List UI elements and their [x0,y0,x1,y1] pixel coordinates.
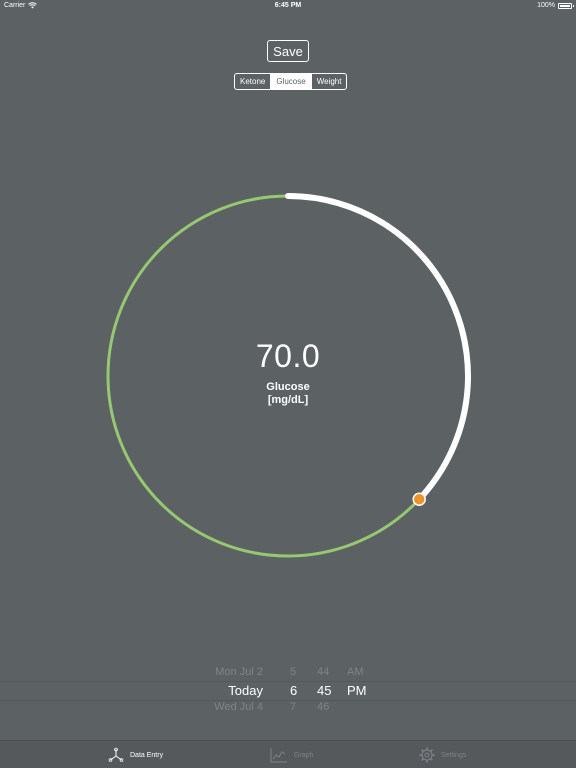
picker-date-prev[interactable]: Mon Jul 2 [215,666,263,678]
picker-hour-next[interactable]: 7 [290,701,296,713]
picker-minute-column[interactable]: 44 45 46 [316,660,338,724]
graph-icon [270,748,287,763]
tab-label: Graph [294,751,314,759]
picker-date-column[interactable]: Mon Jul 2 Today Wed Jul 4 [0,660,263,724]
picker-pm[interactable]: PM [347,683,367,698]
tab-label: Settings [441,751,467,759]
battery-icon [558,2,574,9]
picker-hour-selected[interactable]: 6 [290,683,297,698]
picker-date-next[interactable]: Wed Jul 4 [214,701,263,713]
measurement-label: Glucose [266,381,310,393]
measurement-type-selector: Ketone Glucose Weight [234,73,348,90]
tab-bar: Data Entry Graph Settings [0,740,576,768]
picker-hour-column[interactable]: 5 6 7 [287,660,303,724]
picker-ampm-column[interactable]: AM PM [346,660,376,724]
segment-weight[interactable]: Weight [312,74,347,89]
picker-minute-prev[interactable]: 44 [317,666,329,678]
picker-hour-prev[interactable]: 5 [290,666,296,678]
segment-ketone[interactable]: Ketone [235,74,272,89]
glucose-value: 70.0 [255,338,321,374]
segment-glucose[interactable]: Glucose [271,74,312,89]
picker-am[interactable]: AM [347,666,364,678]
gear-icon [419,747,435,763]
tab-graph[interactable]: Graph [270,741,313,768]
picker-minute-next[interactable]: 46 [317,701,329,713]
measurement-unit: [mg/dL] [267,394,309,406]
save-button[interactable]: Save [267,40,309,62]
status-bar: Carrier 6:45 PM 100% [0,0,576,12]
tab-settings[interactable]: Settings [419,741,466,768]
dial-readout: 70.0 Glucose [mg/dL] [188,338,388,407]
battery-percent: 100% [537,2,555,9]
date-time-picker[interactable]: Mon Jul 2 Today Wed Jul 4 5 6 7 44 45 46… [0,660,576,724]
dial-knob[interactable] [412,492,426,506]
picker-minute-selected[interactable]: 45 [317,683,331,698]
tab-label: Data Entry [130,751,164,759]
tab-data-entry[interactable]: Data Entry [108,741,163,768]
status-time: 6:45 PM [274,2,302,9]
picker-date-selected[interactable]: Today [228,683,263,698]
data-entry-icon [108,747,124,762]
status-right: 100% [537,2,574,9]
